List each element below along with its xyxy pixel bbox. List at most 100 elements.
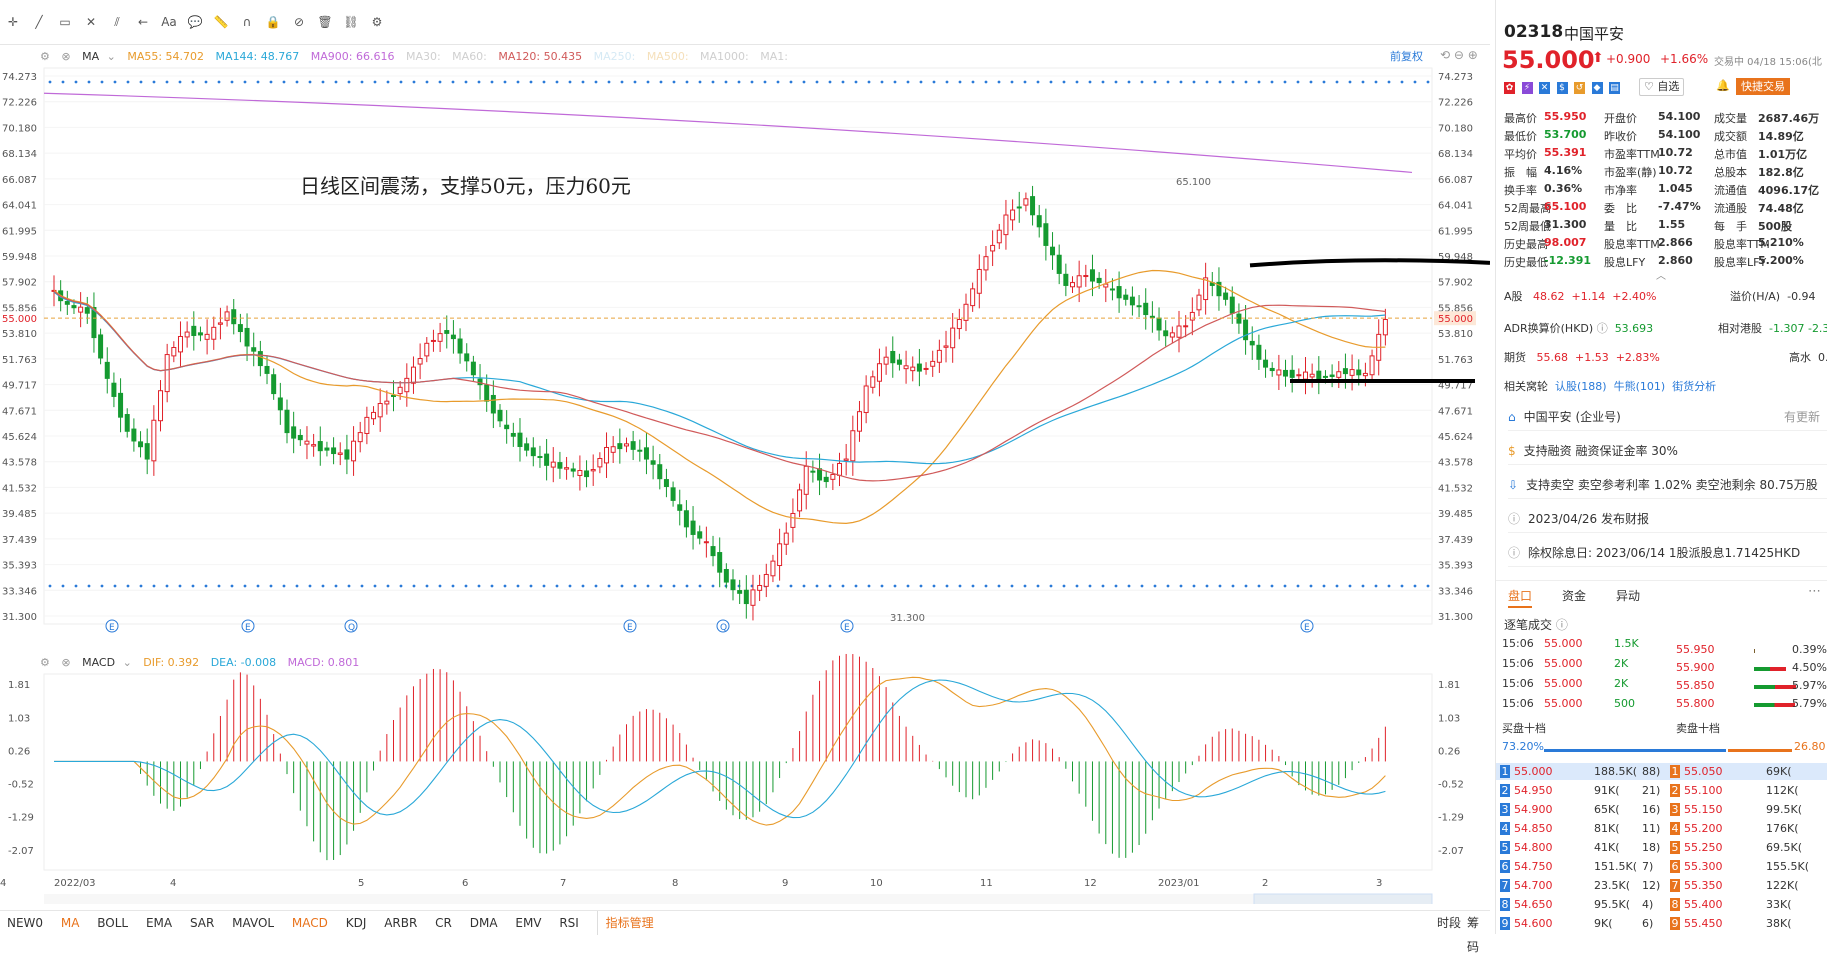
ask-price[interactable]: 55.450 <box>1684 917 1723 930</box>
overview-band[interactable] <box>44 894 1432 904</box>
lock-icon[interactable]: 🔒 <box>264 14 282 30</box>
settings-icon[interactable]: ⚙ <box>368 14 386 30</box>
ask-price[interactable]: 55.350 <box>1684 879 1723 892</box>
info-item[interactable]: ⓘ 除权除息日: 2023/06/14 1股派股息1.71425HKD <box>1508 540 1827 567</box>
info-item[interactable]: ⇩ 支持卖空 卖空参考利率 1.02% 卖空池剩余 80.75万股 <box>1508 472 1827 499</box>
ask-level-index: 8 <box>1670 898 1680 911</box>
margin-icon[interactable]: ⚡ <box>1521 82 1533 94</box>
bid-price[interactable]: 54.750 <box>1514 860 1553 873</box>
info-item[interactable]: ⓘ 2023/04/26 发布财报 <box>1508 506 1827 533</box>
tab-boll[interactable]: BOLL <box>97 911 128 935</box>
hk-flag-icon[interactable]: ✿ <box>1504 82 1515 94</box>
more-icon[interactable]: ⋯ <box>1808 584 1821 599</box>
sync-icon[interactable]: ↺ <box>1574 82 1585 94</box>
tab-movement[interactable]: 异动 <box>1616 587 1640 604</box>
bid-price[interactable]: 54.700 <box>1514 879 1553 892</box>
ask-price[interactable]: 55.150 <box>1684 803 1723 816</box>
bid-price[interactable]: 55.000 <box>1514 765 1553 778</box>
tab-cr[interactable]: CR <box>435 911 452 935</box>
bid-price[interactable]: 54.850 <box>1514 822 1553 835</box>
info-right[interactable]: 有更新 <box>1784 404 1820 430</box>
tab-funds[interactable]: 资金 <box>1562 587 1586 604</box>
link-icon[interactable]: ⛓ <box>342 14 360 30</box>
settings-icon[interactable]: ⚙ <box>40 656 50 669</box>
event-dot <box>1218 80 1222 84</box>
short-icon[interactable]: ✕ <box>1539 82 1550 94</box>
info-item[interactable]: $ 支持融资 融资保证金率 30% <box>1508 438 1827 465</box>
tab-pankou[interactable]: 盘口 <box>1508 587 1533 608</box>
tab-ma[interactable]: MA <box>61 911 80 935</box>
candle-body <box>770 560 776 577</box>
bid-price[interactable]: 54.600 <box>1514 917 1553 930</box>
candle-body <box>504 424 510 430</box>
comment-icon[interactable]: 💬 <box>186 14 204 30</box>
date-tick: 12 <box>1084 878 1097 889</box>
bid-price[interactable]: 54.800 <box>1514 841 1553 854</box>
candle-body <box>264 365 270 374</box>
eye-off-icon[interactable]: ⊘ <box>290 14 308 30</box>
stat-label: 振 幅 <box>1504 166 1537 179</box>
candle-body <box>557 462 563 469</box>
tab-chips[interactable]: 筹码 <box>1467 911 1483 959</box>
tab-arbr[interactable]: ARBR <box>384 911 417 935</box>
ask-price[interactable]: 55.250 <box>1684 841 1723 854</box>
dollar-icon[interactable]: $ <box>1556 82 1568 94</box>
tab-mavol[interactable]: MAVOL <box>232 911 274 935</box>
text-icon[interactable]: Aa <box>160 14 178 30</box>
overview-selection[interactable] <box>1253 893 1433 904</box>
niuxiong-link[interactable]: 牛熊(101) <box>1614 380 1666 393</box>
bid-price[interactable]: 54.900 <box>1514 803 1553 816</box>
macd-indicator-name[interactable]: MACD <box>82 656 115 669</box>
info-icon[interactable]: ⓘ <box>1597 322 1608 335</box>
tab-kdj[interactable]: KDJ <box>346 911 367 935</box>
ask-price[interactable]: 55.400 <box>1684 898 1723 911</box>
tab-indicator-manage[interactable]: 指标管理 <box>596 911 654 935</box>
info-icon[interactable]: ⓘ <box>1556 618 1568 632</box>
event-dot <box>1257 584 1261 588</box>
event-dot <box>698 80 702 84</box>
rengou-link[interactable]: 认股(188) <box>1555 380 1607 393</box>
tag-icon[interactable]: ◆ <box>1591 82 1603 94</box>
channel-icon[interactable]: ⫽ <box>108 14 126 30</box>
bid-price[interactable]: 54.950 <box>1514 784 1553 797</box>
tab-sar[interactable]: SAR <box>190 911 214 935</box>
tick-time: 15:06 <box>1502 657 1534 670</box>
report-icon[interactable]: ▤ <box>1609 82 1620 94</box>
trash-icon[interactable]: 🗑 <box>316 14 334 30</box>
add-watchlist-button[interactable]: ♡ 自选 <box>1639 78 1685 96</box>
ruler-icon[interactable]: 📏 <box>212 14 230 30</box>
bid-orders: 11) <box>1642 822 1661 835</box>
tab-dma[interactable]: DMA <box>470 911 498 935</box>
tab-time-range[interactable]: 时段 <box>1437 911 1461 935</box>
candle-body <box>1043 223 1049 246</box>
tab-new0[interactable]: NEW0 <box>7 911 43 935</box>
tab-emv[interactable]: EMV <box>515 911 541 935</box>
crosshair-icon[interactable]: ✛ <box>4 14 22 30</box>
ask-price[interactable]: 55.100 <box>1684 784 1723 797</box>
bid-price[interactable]: 54.650 <box>1514 898 1553 911</box>
chevron-down-icon[interactable]: ⌄ <box>123 656 132 669</box>
ask-price[interactable]: 55.300 <box>1684 860 1723 873</box>
arrow-icon[interactable]: ← <box>134 14 152 30</box>
kline-chart-area[interactable]: ⚙ ⊗ MA ⌄ MA55: 54.702 MA144: 48.767 MA90… <box>0 44 1490 904</box>
cross-tool-icon[interactable]: ✕ <box>82 14 100 30</box>
event-dot <box>152 584 156 588</box>
tab-macd[interactable]: MACD <box>292 911 328 935</box>
event-dot <box>581 80 585 84</box>
tab-rsi[interactable]: RSI <box>559 911 579 935</box>
line-icon[interactable]: ╱ <box>30 14 48 30</box>
collapse-icon[interactable]: ︿ <box>1656 267 1666 282</box>
close-icon[interactable]: ⊗ <box>61 656 70 669</box>
ask-price[interactable]: 55.050 <box>1684 765 1723 778</box>
stat-label: 股息LFY <box>1604 256 1646 269</box>
info-item[interactable]: ⌂ 中国平安 (企业号) 有更新 <box>1508 404 1827 431</box>
magnet-icon[interactable]: ∩ <box>238 14 256 30</box>
fast-trade-button[interactable]: 快捷交易 <box>1736 78 1790 95</box>
jiekuai-link[interactable]: 街货分析 <box>1672 380 1716 393</box>
tab-ema[interactable]: EMA <box>146 911 172 935</box>
stat-label: 总市值 <box>1714 148 1747 161</box>
bell-icon[interactable]: 🔔 <box>1716 79 1730 92</box>
rect-icon[interactable]: ▭ <box>56 14 74 30</box>
info-text: 支持融资 融资保证金率 30% <box>1523 444 1678 458</box>
ask-price[interactable]: 55.200 <box>1684 822 1723 835</box>
